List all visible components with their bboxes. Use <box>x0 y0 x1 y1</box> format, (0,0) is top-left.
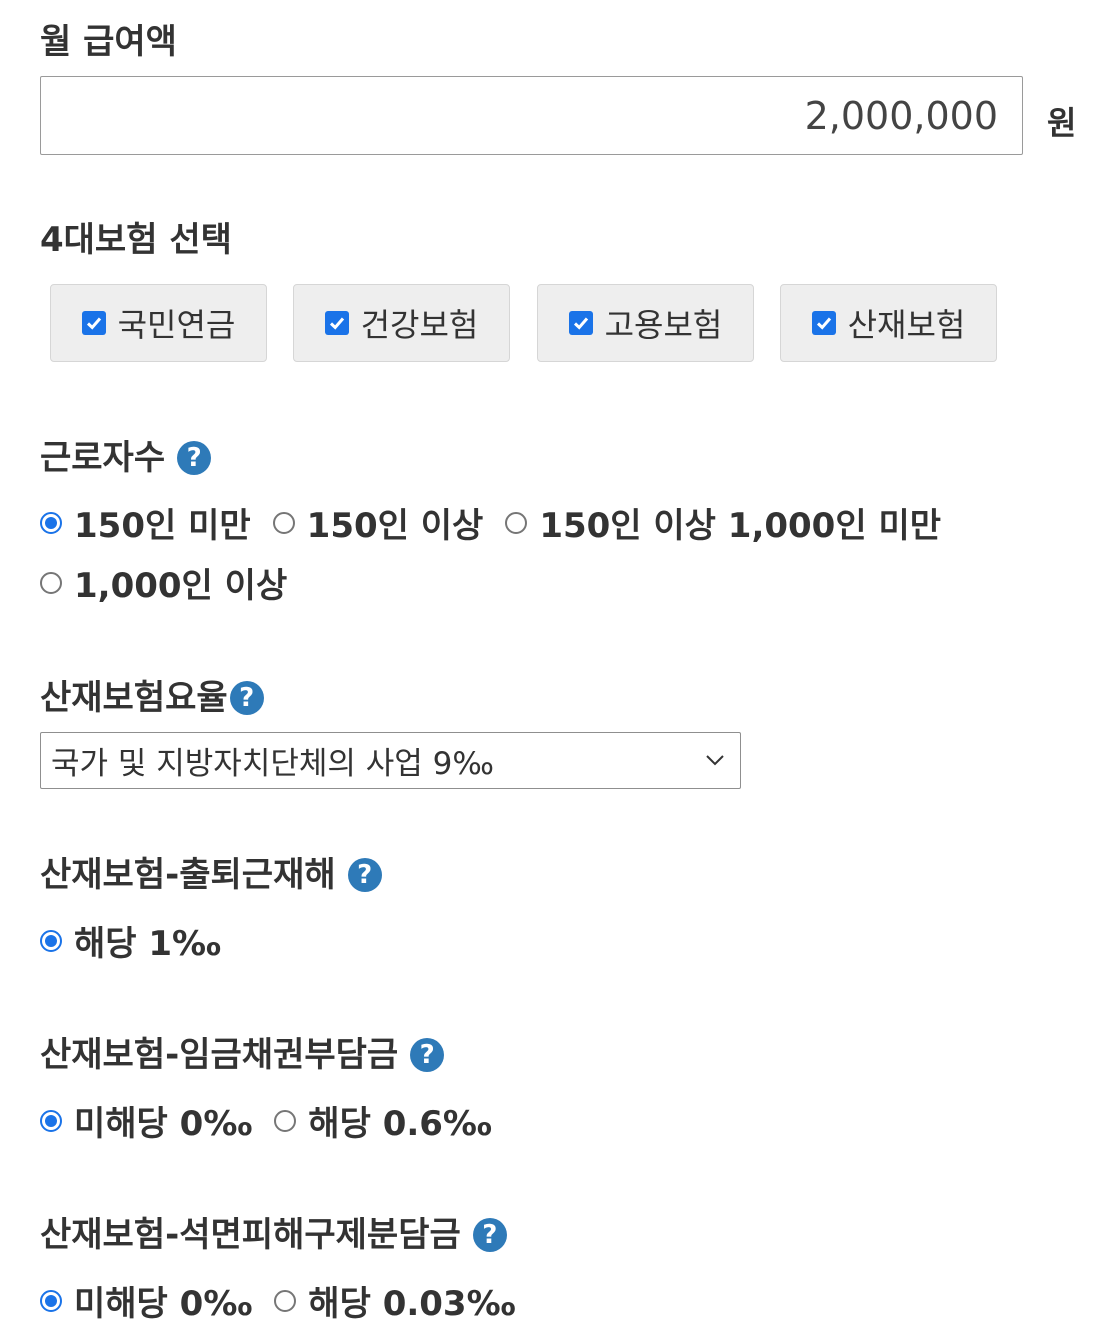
workers-label: 근로자수 <box>40 438 166 478</box>
asbestos-radio-group: 미해당 0‰ 해당 0.03‰ <box>40 1276 538 1325</box>
radio-workers-under-150[interactable]: 150인 미만 <box>40 498 251 547</box>
radio-label: 해당 1‰ <box>74 924 222 964</box>
wage-claim-radio-group: 미해당 0‰ 해당 0.6‰ <box>40 1096 514 1145</box>
radio-selected-icon[interactable] <box>40 1289 62 1312</box>
salary-label: 월 급여액 <box>40 22 177 62</box>
radio-wage-claim-not-applicable[interactable]: 미해당 0‰ <box>40 1096 252 1145</box>
radio-label: 미해당 0‰ <box>74 1104 253 1144</box>
insurance-label: 4대보험 선택 <box>40 220 232 260</box>
help-icon[interactable]: ? <box>472 1218 507 1252</box>
checkbox-label: 산재보험 <box>847 306 966 344</box>
checkbox-checked-icon[interactable] <box>568 311 593 335</box>
workers-radio-group: 150인 미만 150인 이상 150인 이상 1,000인 미만 <box>40 498 963 547</box>
radio-asbestos-not-applicable[interactable]: 미해당 0‰ <box>40 1276 252 1325</box>
asbestos-label: 산재보험-석면피해구제분담금 <box>40 1215 461 1255</box>
salary-unit: 원 <box>1047 104 1077 142</box>
checkbox-label: 건강보험 <box>360 306 479 344</box>
radio-wage-claim-applicable[interactable]: 해당 0.6‰ <box>274 1096 492 1145</box>
radio-label: 해당 0.6‰ <box>308 1104 492 1144</box>
radio-workers-150-plus[interactable]: 150인 이상 <box>272 498 484 547</box>
checkbox-checked-icon[interactable] <box>811 311 836 335</box>
radio-workers-1000-plus[interactable]: 1,000인 이상 <box>40 558 287 607</box>
help-icon[interactable]: ? <box>347 858 382 892</box>
wage-claim-label: 산재보험-임금채권부담금 <box>40 1035 399 1075</box>
radio-label: 150인 이상 1,000인 미만 <box>539 506 942 546</box>
radio-unselected-icon[interactable] <box>274 1289 297 1312</box>
workers-title: 근로자수 ? <box>40 438 212 478</box>
industrial-rate-title: 산재보험요율 ? <box>40 678 264 718</box>
checkbox-checked-icon[interactable] <box>324 311 349 335</box>
radio-workers-150-to-1000[interactable]: 150인 이상 1,000인 미만 <box>505 498 941 547</box>
radio-label: 150인 미만 <box>74 506 251 546</box>
help-icon[interactable]: ? <box>229 681 264 715</box>
salary-input[interactable] <box>40 76 1023 155</box>
radio-label: 미해당 0‰ <box>74 1284 253 1324</box>
asbestos-title: 산재보험-석면피해구제분담금 ? <box>40 1215 507 1255</box>
radio-unselected-icon[interactable] <box>274 1109 297 1132</box>
chevron-down-icon[interactable] <box>704 749 726 771</box>
radio-unselected-icon[interactable] <box>505 511 528 534</box>
checkbox-industrial-insurance[interactable]: 산재보험 <box>780 284 997 362</box>
wage-claim-title: 산재보험-임금채권부담금 ? <box>40 1035 445 1075</box>
radio-selected-icon[interactable] <box>40 929 62 952</box>
help-icon[interactable]: ? <box>410 1038 445 1072</box>
industrial-rate-select[interactable]: 국가 및 지방자치단체의 사업 9‰ <box>40 732 741 789</box>
radio-unselected-icon[interactable] <box>272 511 295 534</box>
checkbox-health-insurance[interactable]: 건강보험 <box>293 284 510 362</box>
radio-asbestos-applicable[interactable]: 해당 0.03‰ <box>274 1276 516 1325</box>
radio-selected-icon[interactable] <box>40 1109 62 1132</box>
radio-unselected-icon[interactable] <box>40 571 62 594</box>
checkbox-checked-icon[interactable] <box>81 311 106 335</box>
select-value: 국가 및 지방자치단체의 사업 9‰ <box>51 746 494 782</box>
radio-commute-applicable[interactable]: 해당 1‰ <box>40 916 221 965</box>
industrial-rate-label: 산재보험요율 <box>40 678 228 718</box>
radio-label: 150인 이상 <box>306 506 484 546</box>
checkbox-national-pension[interactable]: 국민연금 <box>50 284 267 362</box>
radio-selected-icon[interactable] <box>40 511 62 534</box>
checkbox-employment-insurance[interactable]: 고용보험 <box>537 284 754 362</box>
workers-radio-group-row2: 1,000인 이상 <box>40 558 309 607</box>
commute-radio-group: 해당 1‰ <box>40 916 243 965</box>
radio-label: 1,000인 이상 <box>74 566 288 606</box>
commute-label: 산재보험-출퇴근재해 <box>40 855 336 895</box>
commute-title: 산재보험-출퇴근재해 ? <box>40 855 382 895</box>
help-icon[interactable]: ? <box>177 441 212 475</box>
checkbox-label: 국민연금 <box>117 306 236 344</box>
checkbox-label: 고용보험 <box>604 306 723 344</box>
radio-label: 해당 0.03‰ <box>308 1284 516 1324</box>
